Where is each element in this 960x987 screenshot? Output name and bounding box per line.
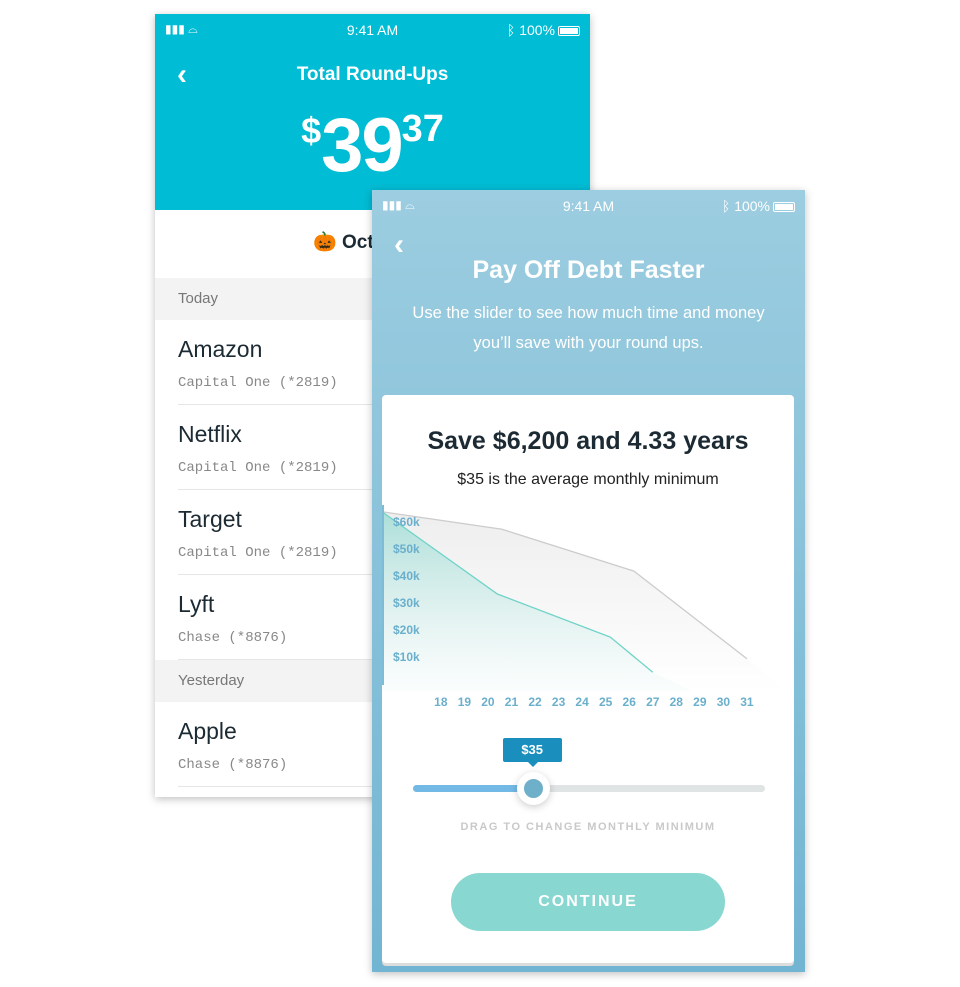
x-tick-label: 28 — [670, 695, 684, 709]
monthly-minimum-slider[interactable] — [413, 772, 765, 805]
x-tick-label: 21 — [505, 695, 519, 709]
x-tick-label: 27 — [646, 695, 660, 709]
continue-button[interactable]: CONTINUE — [451, 873, 725, 931]
x-tick-label: 30 — [717, 695, 731, 709]
x-tick-label: 20 — [481, 695, 495, 709]
roundups-header: ▮▮▮ ⌓ 9:41 AM ᛒ 100% ‹ Total Round-Ups $… — [155, 14, 590, 210]
savings-headline: Save $6,200 and 4.33 years — [427, 427, 749, 455]
pay-off-debt-screen: ▮▮▮ ⌓ 9:41 AM ᛒ 100% ‹ Pay Off Debt Fast… — [372, 190, 805, 972]
status-bar: ▮▮▮ ⌓ 9:41 AM ᛒ 100% — [155, 20, 590, 40]
slider-thumb[interactable] — [516, 772, 550, 805]
bluetooth-icon: ᛒ — [506, 22, 516, 38]
y-tick-label: $60k — [393, 515, 420, 529]
x-tick-label: 25 — [599, 695, 613, 709]
battery-percent: 100% — [734, 198, 770, 214]
y-tick-label: $30k — [393, 596, 420, 610]
y-tick-label: $50k — [393, 542, 420, 556]
chart-left-edge — [382, 505, 384, 685]
y-tick-label: $20k — [393, 623, 420, 637]
minimum-caption: $35 is the average monthly minimum — [457, 471, 719, 488]
x-tick-label: 22 — [528, 695, 542, 709]
total-amount: $3937 — [155, 102, 590, 189]
slider-fill — [413, 785, 533, 792]
savings-card: Save $6,200 and 4.33 years $35 is the av… — [382, 395, 794, 963]
x-tick-label: 18 — [434, 695, 448, 709]
x-tick-label: 23 — [552, 695, 566, 709]
bluetooth-icon: ᛒ — [721, 198, 731, 214]
x-tick-label: 19 — [458, 695, 472, 709]
amount-whole: 39 — [321, 103, 404, 188]
x-tick-label: 31 — [740, 695, 754, 709]
x-tick-label: 29 — [693, 695, 707, 709]
amount-cents: 37 — [401, 108, 444, 150]
battery-percent: 100% — [519, 22, 555, 38]
debt-payoff-chart: $10k $20k $30k $40k $50k $60k 18 19 20 21 22 23 24 25… — [382, 505, 787, 709]
page-title: Pay Off Debt Faster — [472, 256, 705, 284]
x-tick-label: 24 — [575, 695, 589, 709]
page-subtitle: Use the slider to see how much time and … — [412, 304, 765, 352]
x-tick-label: 26 — [623, 695, 637, 709]
y-tick-label: $10k — [393, 650, 420, 664]
y-tick-label: $40k — [393, 569, 420, 583]
status-bar: ▮▮▮ ⌓ 9:41 AM ᛒ 100% — [372, 196, 805, 216]
slider-value-tooltip: $35 — [502, 738, 562, 767]
currency-symbol: $ — [301, 110, 322, 151]
battery-icon — [558, 26, 580, 37]
battery-icon — [773, 202, 795, 213]
slider-caption: DRAG TO CHANGE MONTHLY MINIMUM — [460, 821, 716, 833]
page-title: Total Round-Ups — [296, 64, 449, 85]
pumpkin-icon: 🎃 — [313, 232, 337, 253]
